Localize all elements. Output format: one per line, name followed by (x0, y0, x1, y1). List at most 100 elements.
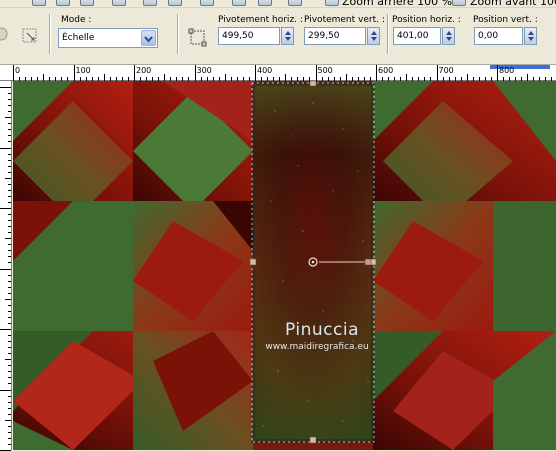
zoom-in-icon[interactable] (452, 0, 466, 6)
ruler-tick (8, 365, 11, 367)
ruler-tick (406, 74, 408, 81)
ruler-tick (0, 87, 11, 88)
paste-icon[interactable] (258, 0, 272, 6)
ruler-tick (8, 316, 11, 318)
horizontal-ruler[interactable]: 0 100 200 300 400 500 600 700 800 (0, 64, 556, 81)
ruler-tick (8, 123, 11, 125)
ruler-tick (255, 65, 256, 81)
ruler-tick (497, 65, 498, 81)
ruler-tick (8, 141, 11, 143)
ruler-tick (43, 74, 45, 81)
ruler-tick (8, 129, 11, 131)
pivot-h-spinner[interactable] (281, 27, 294, 45)
ruler-tick (0, 268, 11, 270)
ruler-tick (13, 65, 14, 81)
ruler-tick (315, 65, 317, 81)
ruler-tick (285, 74, 287, 81)
separator (387, 14, 389, 54)
chevron-down-icon (144, 36, 153, 43)
ruler-label: 800 (499, 66, 515, 75)
watermark-url: www.maidiregrafica.eu (265, 342, 369, 352)
ruler-tick (8, 250, 11, 252)
pivot-v-spinner[interactable] (367, 27, 380, 45)
ruler-tick (8, 347, 11, 349)
ruler-tick (0, 389, 11, 391)
ruler-tick (8, 183, 11, 185)
pick-pivot-icon[interactable] (188, 28, 208, 48)
save-icon[interactable] (56, 0, 70, 6)
ruler-tick (8, 304, 11, 306)
ruler-label: 700 (438, 66, 454, 75)
ruler-tick (8, 443, 11, 445)
ruler-tick (5, 298, 11, 300)
ruler-tick (8, 395, 11, 397)
ruler-label: 0 (15, 66, 21, 75)
pos-v-input[interactable]: 0,00 (474, 27, 523, 45)
zoom-in-button[interactable]: Zoom avant 100 (470, 0, 556, 7)
ruler-tick (8, 244, 11, 246)
zoom-out-button[interactable]: Zoom arrière 100 % (342, 0, 452, 7)
ruler-tick (8, 226, 11, 228)
ruler-tick (8, 111, 11, 113)
ruler-tick (8, 195, 11, 197)
ruler-tick (5, 419, 11, 421)
ruler-tick (8, 383, 11, 385)
redo-icon[interactable] (168, 0, 182, 6)
zoom-out-icon[interactable] (325, 0, 339, 6)
mode-value: Échelle (62, 33, 95, 43)
new-image-icon[interactable] (200, 0, 214, 6)
mode-dropdown-button[interactable] (141, 30, 156, 46)
ruler-tick (8, 431, 11, 433)
ruler-tick (73, 65, 75, 81)
ruler-tick (8, 425, 11, 427)
ruler-tick (8, 159, 11, 161)
mode-label: Mode : (61, 15, 92, 25)
separator (49, 14, 51, 54)
open-icon[interactable] (32, 0, 46, 6)
ruler-tick (8, 153, 11, 155)
image-canvas[interactable]: Pinuccia www.maidiregrafica.eu (13, 81, 556, 450)
ruler-tick (5, 359, 11, 361)
ruler-tick (134, 65, 135, 81)
ruler-tick (8, 322, 11, 324)
watermark-name: Pinuccia (285, 320, 359, 340)
copy-icon[interactable] (232, 0, 246, 6)
presets-icon[interactable] (0, 27, 10, 41)
ruler-tick (224, 74, 226, 81)
ruler-tick (164, 74, 166, 81)
tool-options-bar: Mode : Échelle Pivotement horiz. : 499,5… (0, 8, 556, 58)
pos-v-label: Position vert. : (473, 15, 538, 25)
pos-h-input[interactable]: 401,00 (393, 27, 441, 45)
pos-v-spinner[interactable] (524, 27, 537, 45)
pivot-v-input[interactable]: 299,50 (304, 27, 366, 45)
ruler-tick (5, 238, 11, 240)
ruler-tick (8, 292, 11, 294)
ruler-tick (8, 274, 11, 276)
reset-icon[interactable] (22, 28, 38, 44)
ruler-tick (436, 65, 438, 81)
ruler-tick (8, 341, 11, 343)
pivot-h-input[interactable]: 499,50 (218, 27, 280, 45)
ruler-label: 500 (317, 66, 333, 75)
vertical-ruler[interactable] (0, 81, 12, 451)
ruler-tick (376, 65, 377, 81)
ruler-tick (8, 437, 11, 439)
ruler-label: 100 (75, 66, 91, 75)
save-as-icon[interactable] (80, 0, 94, 6)
ruler-tick (8, 189, 11, 191)
canvas-artwork (13, 81, 556, 450)
ruler-label: 400 (257, 66, 273, 75)
print-icon[interactable] (112, 0, 126, 6)
ruler-tick (345, 74, 347, 81)
undo-icon[interactable] (143, 0, 157, 6)
ruler-tick (8, 377, 11, 379)
ruler-tick (0, 329, 11, 330)
mode-select[interactable]: Échelle (58, 28, 158, 48)
ruler-tick (8, 310, 11, 312)
pos-h-label: Position horiz. : (392, 15, 461, 25)
pos-h-spinner[interactable] (442, 27, 455, 45)
ruler-tick (8, 93, 11, 95)
ruler-tick (8, 99, 11, 101)
info-icon[interactable] (288, 0, 302, 6)
ruler-tick (466, 74, 468, 81)
